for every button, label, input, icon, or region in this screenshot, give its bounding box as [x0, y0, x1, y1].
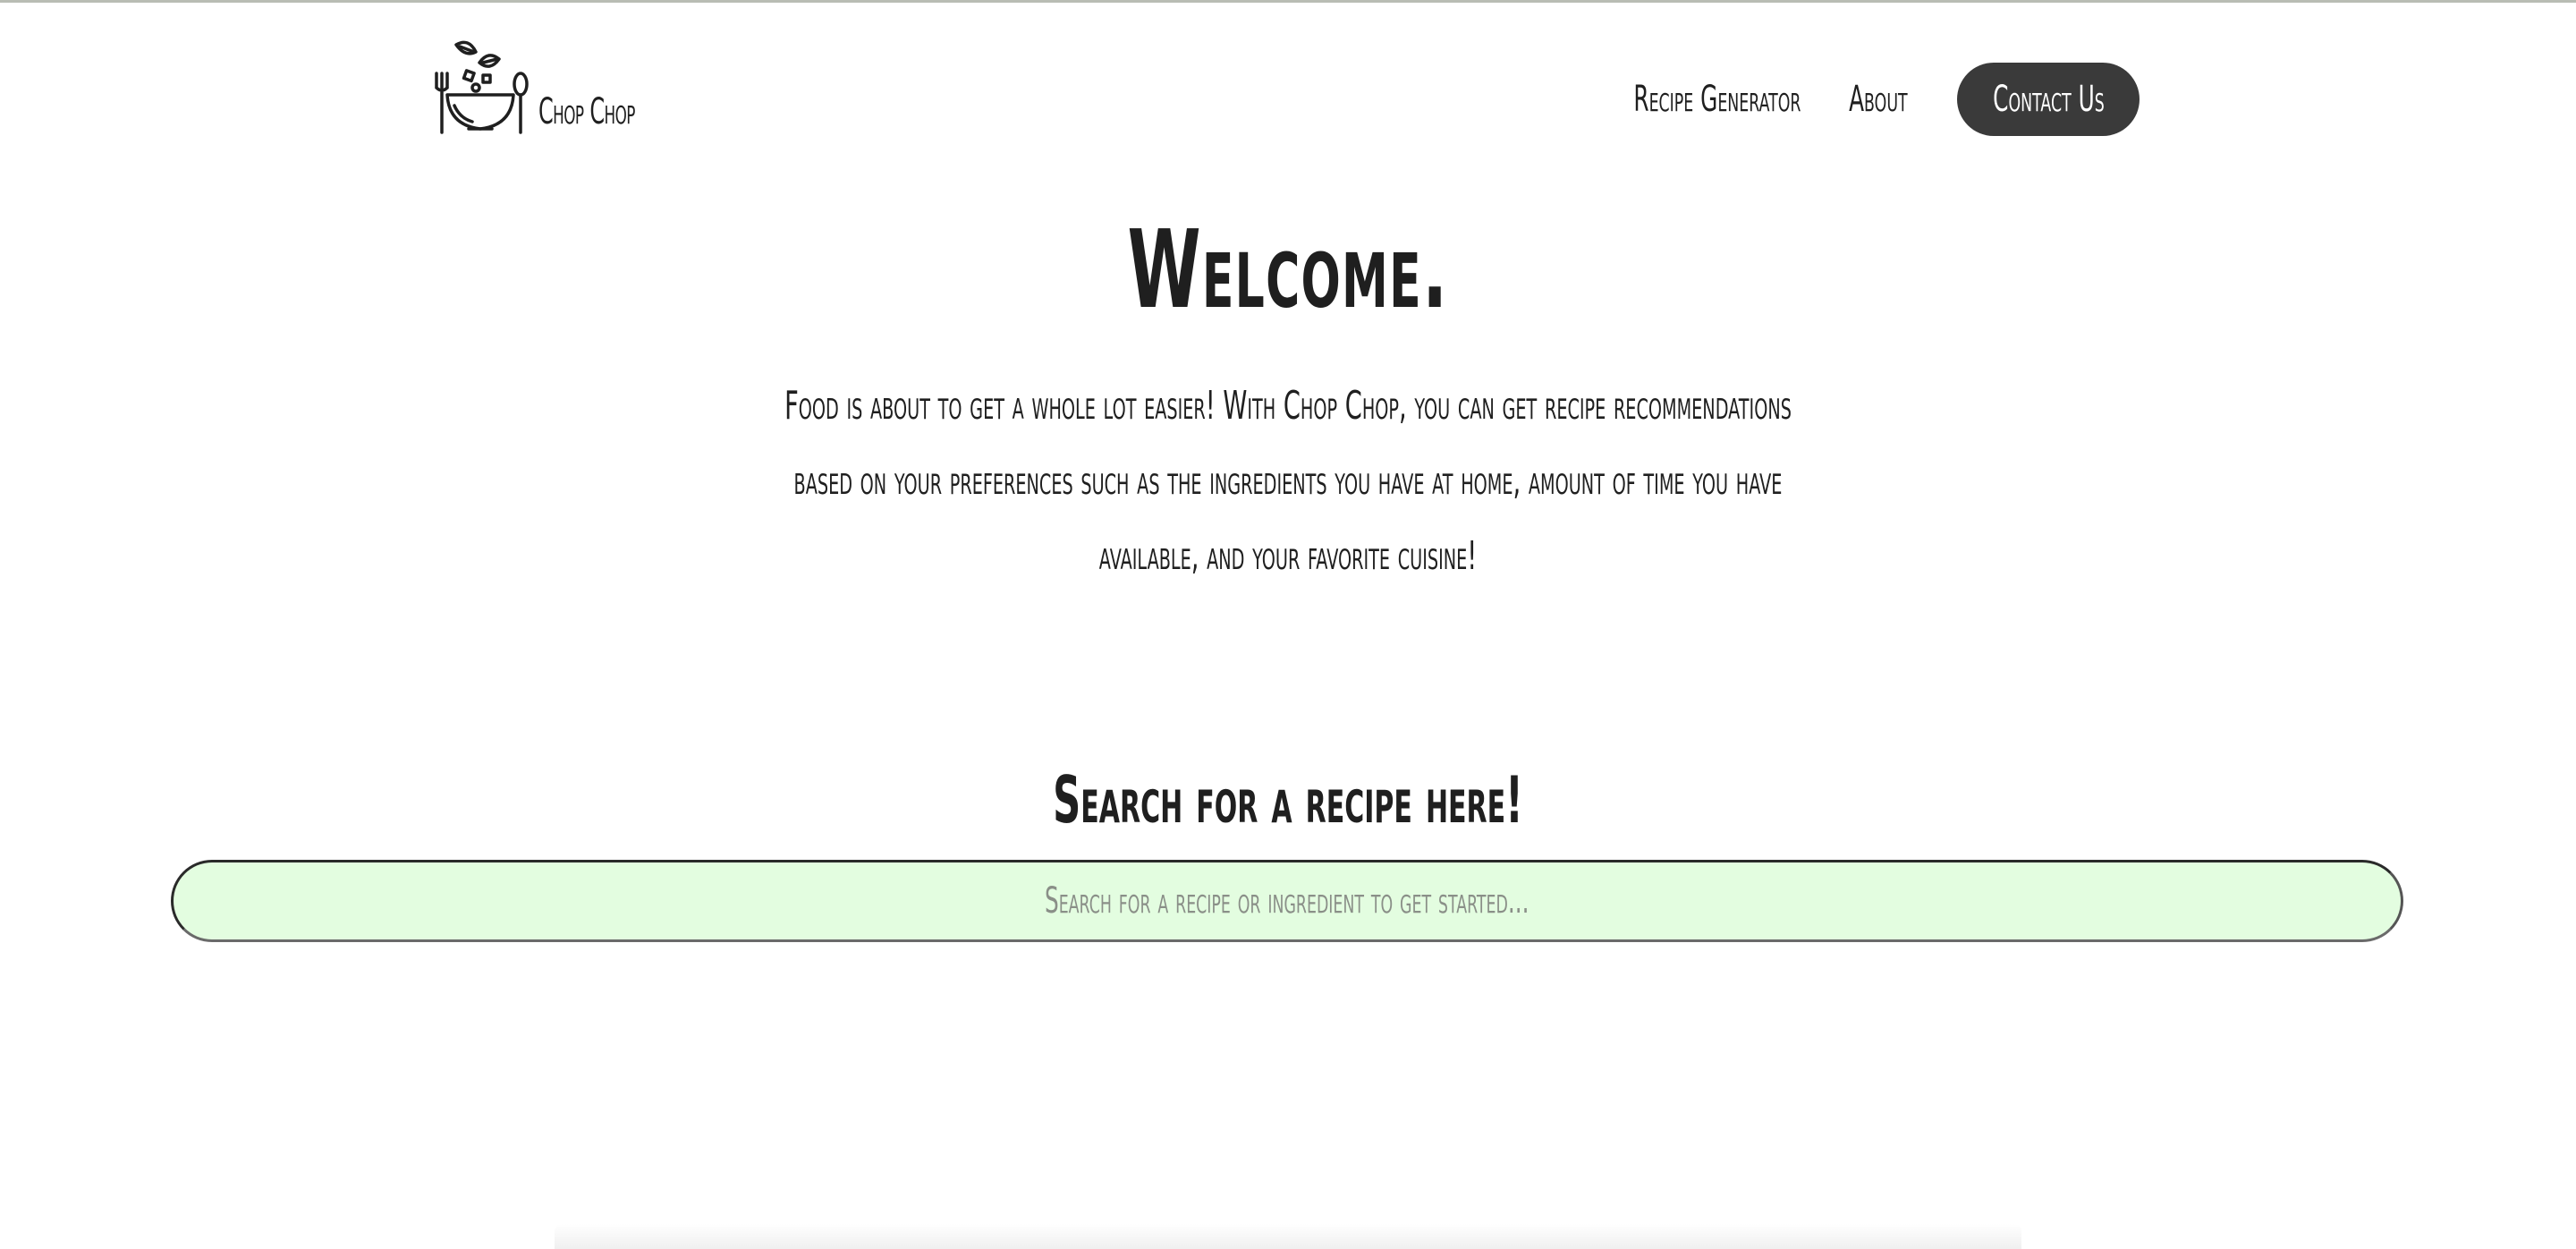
bottom-panel-edge — [555, 1224, 2021, 1249]
nav-link-about[interactable]: About — [1849, 79, 1908, 120]
nav-item-recipe-generator[interactable]: Recipe Generator — [1628, 63, 1807, 136]
nav-link-recipe-generator[interactable]: Recipe Generator — [1633, 79, 1801, 120]
contact-us-button[interactable]: Contact Us — [1957, 63, 2140, 136]
main-nav: Recipe Generator About Contact Us — [1628, 63, 2140, 136]
search-heading: Search for a recipe here! — [1053, 762, 1523, 837]
intro-text: Food is about to get a whole lot easier!… — [784, 383, 1792, 579]
brand-logo-link[interactable]: Chop Chop — [433, 36, 699, 136]
salad-bowl-icon — [435, 40, 529, 134]
site-header: Chop Chop Recipe Generator About Contact… — [0, 0, 2576, 170]
brand-name: Chop Chop — [538, 91, 635, 132]
page-title: Welcome. — [1127, 208, 1449, 333]
intro-container: Food is about to get a whole lot easier!… — [751, 369, 1825, 673]
search-input[interactable] — [174, 862, 2401, 939]
nav-item-about[interactable]: About — [1843, 63, 1914, 136]
contact-us-label: Contact Us — [1992, 79, 2105, 120]
search-bar[interactable]: Search for a recipe or ingredient to get… — [171, 860, 2403, 942]
